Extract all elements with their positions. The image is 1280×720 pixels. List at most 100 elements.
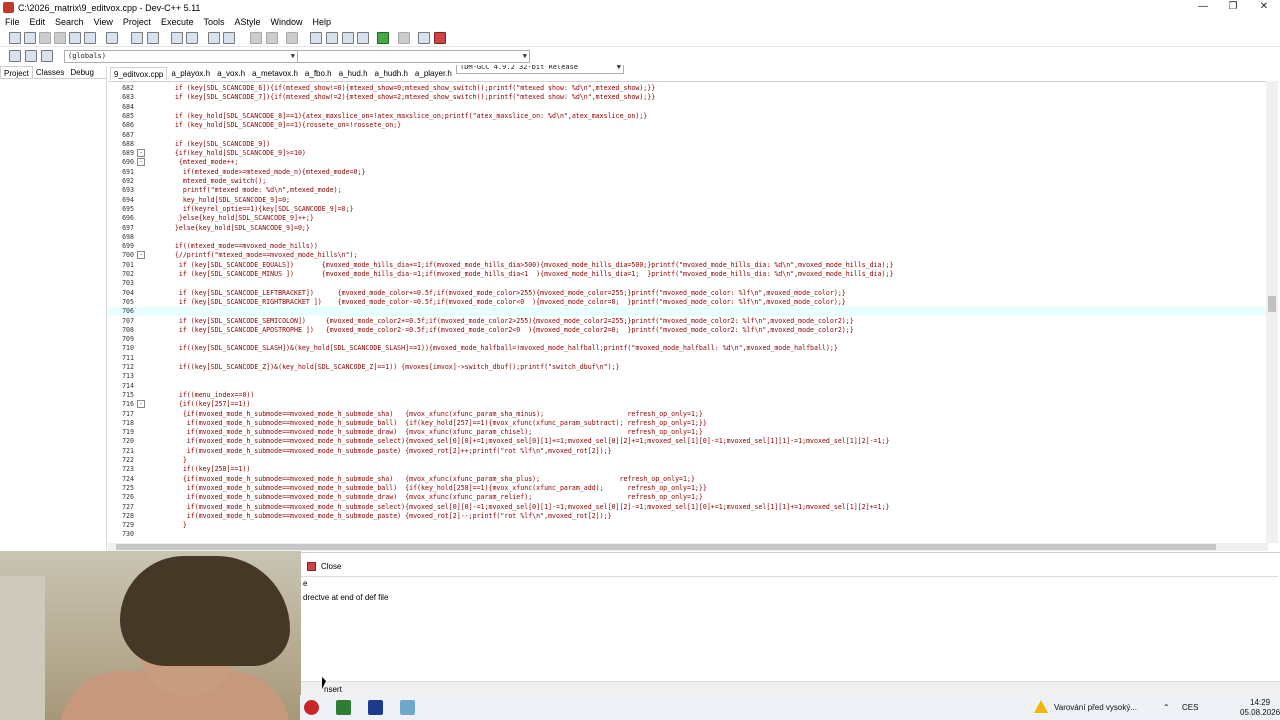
code-line[interactable]: 706	[108, 307, 1268, 317]
code-line[interactable]: 702 if (key[SDL_SCANCODE_MINUS ]) {mvoxe…	[108, 270, 1268, 279]
menu-file[interactable]: File	[0, 17, 25, 27]
code-line[interactable]: 727 if(mvoxed_mode_h_submode==mvoxed_mod…	[108, 503, 1268, 512]
code-line[interactable]: 707 if (key[SDL_SCANCODE_SEMICOLON]) {mv…	[108, 317, 1268, 326]
code-line[interactable]: 715 if((menu_index==0))	[108, 391, 1268, 400]
redo-icon[interactable]	[147, 32, 159, 44]
menu-search[interactable]: Search	[50, 17, 89, 27]
restore-button[interactable]: ❐	[1218, 0, 1248, 15]
code-line[interactable]: 693 printf("mtexed mode: %d\n",mtexed_mo…	[108, 186, 1268, 195]
code-line[interactable]: 724 {if(mvoxed_mode_h_submode==mvoxed_mo…	[108, 475, 1268, 484]
code-line[interactable]: 695 if(keyrel_optie==1){key[SDL_SCANCODE…	[108, 205, 1268, 214]
code-line[interactable]: 714	[108, 382, 1268, 391]
compile-icon[interactable]	[310, 32, 322, 44]
open-file-icon[interactable]	[24, 32, 36, 44]
chevron-up-icon[interactable]: ⌃	[1163, 695, 1170, 720]
fold-minus-icon[interactable]: -	[137, 400, 145, 409]
menu-tools[interactable]: Tools	[198, 17, 229, 27]
file-tab[interactable]: 9_editvox.cpp	[110, 67, 168, 80]
menu-help[interactable]: Help	[308, 17, 337, 27]
code-line[interactable]: 689- {if(key_hold[SDL_SCANCODE_9]>=10)	[108, 149, 1268, 158]
code-line[interactable]: 711	[108, 354, 1268, 363]
file-tab[interactable]: a_vox.h	[214, 67, 248, 80]
bookmark-icon[interactable]	[286, 32, 298, 44]
file-tab[interactable]: a_playox.h	[168, 67, 213, 80]
window-taskbar-icon[interactable]	[368, 700, 383, 715]
code-line[interactable]: 708 if (key[SDL_SCANCODE_APOSTROPHE ]) {…	[108, 326, 1268, 335]
code-line[interactable]: 683 if (key[SDL_SCANCODE_7]){if(mtexed_s…	[108, 93, 1268, 102]
file-tab[interactable]: a_metavox.h	[249, 67, 301, 80]
devcpp-taskbar-icon[interactable]	[304, 700, 319, 715]
minimize-button[interactable]: —	[1188, 0, 1218, 15]
file-tab[interactable]: a_hud.h	[336, 67, 371, 80]
clock[interactable]: 14:29 05.08.2026	[1240, 695, 1280, 720]
menu-execute[interactable]: Execute	[156, 17, 199, 27]
print-icon[interactable]	[106, 32, 118, 44]
code-line[interactable]: 703	[108, 279, 1268, 288]
code-line[interactable]: 717 {if(mvoxed_mode_h_submode==mvoxed_mo…	[108, 410, 1268, 419]
code-line[interactable]: 696 }else{key_hold[SDL_SCANCODE_9]++;}	[108, 214, 1268, 223]
explorer-taskbar-icon[interactable]	[400, 700, 415, 715]
tab-project[interactable]: Project	[0, 66, 33, 78]
code-line[interactable]: 699 if((mtexed_mode==mvoxed_mode_hills))	[108, 242, 1268, 251]
check-syntax-icon[interactable]	[377, 32, 389, 44]
code-line[interactable]: 688 if (key[SDL_SCANCODE_9])	[108, 140, 1268, 149]
function-select[interactable]: ▼	[297, 50, 530, 63]
goto-back-icon[interactable]	[250, 32, 262, 44]
editor-horizontal-scrollbar[interactable]	[108, 543, 1268, 551]
menu-project[interactable]: Project	[118, 17, 156, 27]
code-line[interactable]: 691 if(mtexed_mode>=mtexed_mode_n){mtexe…	[108, 168, 1268, 177]
scope-select[interactable]: (globals) ▼	[64, 50, 298, 63]
code-line[interactable]: 698	[108, 233, 1268, 242]
code-line[interactable]: 684	[108, 103, 1268, 112]
menu-astyle[interactable]: AStyle	[229, 17, 265, 27]
code-line[interactable]: 710 if((key[SDL_SCANCODE_SLASH])&(key_ho…	[108, 344, 1268, 353]
find-icon[interactable]	[171, 32, 183, 44]
run-icon[interactable]	[326, 32, 338, 44]
code-editor[interactable]: 682 if (key[SDL_SCANCODE_6]){if(mtexed_s…	[108, 81, 1268, 543]
rebuild-icon[interactable]	[357, 32, 369, 44]
code-line[interactable]: 692 mtexed_mode_switch();	[108, 177, 1268, 186]
code-line[interactable]: 704 if (key[SDL_SCANCODE_LEFTBRACKET]) {…	[108, 289, 1268, 298]
editor-vertical-scrollbar[interactable]	[1266, 81, 1278, 543]
save-all-icon[interactable]	[54, 32, 66, 44]
code-line[interactable]: 690- {mtexed_mode++;	[108, 158, 1268, 167]
fold-minus-icon[interactable]: -	[137, 149, 145, 158]
indent-icon[interactable]	[208, 32, 220, 44]
profile-chart-icon[interactable]	[418, 32, 430, 44]
menu-edit[interactable]: Edit	[25, 17, 51, 27]
tab-debug[interactable]: Debug	[67, 66, 97, 78]
code-line[interactable]: 686 if (key_hold[SDL_SCANCODE_0]==1){ros…	[108, 121, 1268, 130]
code-line[interactable]: 721 if(mvoxed_mode_h_submode==mvoxed_mod…	[108, 447, 1268, 456]
replace-icon[interactable]	[186, 32, 198, 44]
code-line[interactable]: 716- {if((key[257]==1))	[108, 400, 1268, 409]
message-row[interactable]: drectve at end of def file	[303, 593, 388, 602]
scrollbar-thumb[interactable]	[116, 544, 1216, 550]
close-file-icon[interactable]	[69, 32, 81, 44]
file-tab[interactable]: a_hudh.h	[372, 67, 411, 80]
code-line[interactable]: 700- {//printf("mtexed_mode==mvoxed_mode…	[108, 251, 1268, 260]
insert-icon[interactable]	[9, 50, 21, 62]
unindent-icon[interactable]	[223, 32, 235, 44]
toggle-bookmark-icon[interactable]	[25, 50, 37, 62]
code-line[interactable]: 726 if(mvoxed_mode_h_submode==mvoxed_mod…	[108, 493, 1268, 502]
code-line[interactable]: 725 if(mvoxed_mode_h_submode==mvoxed_mod…	[108, 484, 1268, 493]
tab-classes[interactable]: Classes	[33, 66, 67, 78]
code-line[interactable]: 728 if(mvoxed_mode_h_submode==mvoxed_mod…	[108, 512, 1268, 521]
tray-notification[interactable]: Varování před vysoký...	[1054, 695, 1137, 720]
code-line[interactable]: 712 if((key[SDL_SCANCODE_Z])&(key_hold[S…	[108, 363, 1268, 372]
code-line[interactable]: 682 if (key[SDL_SCANCODE_6]){if(mtexed_s…	[108, 84, 1268, 93]
code-line[interactable]: 687	[108, 131, 1268, 140]
close-all-icon[interactable]	[84, 32, 96, 44]
code-line[interactable]: 722 }	[108, 456, 1268, 465]
menu-view[interactable]: View	[89, 17, 118, 27]
code-line[interactable]: 723 if((key[258]==1))	[108, 465, 1268, 474]
code-line[interactable]: 705 if (key[SDL_SCANCODE_RIGHTBRACKET ])…	[108, 298, 1268, 307]
code-line[interactable]: 730	[108, 530, 1268, 539]
warning-icon[interactable]	[1034, 700, 1048, 713]
code-line[interactable]: 697 }else{key_hold[SDL_SCANCODE_9]=0;}	[108, 224, 1268, 233]
code-line[interactable]: 701 if (key[SDL_SCANCODE_EQUALS]) {mvoxe…	[108, 261, 1268, 270]
terminal-taskbar-icon[interactable]	[336, 700, 351, 715]
scrollbar-thumb[interactable]	[1268, 296, 1276, 312]
file-tab[interactable]: a_player.h	[412, 67, 455, 80]
code-line[interactable]: 685 if (key_hold[SDL_SCANCODE_8]==1){ate…	[108, 112, 1268, 121]
